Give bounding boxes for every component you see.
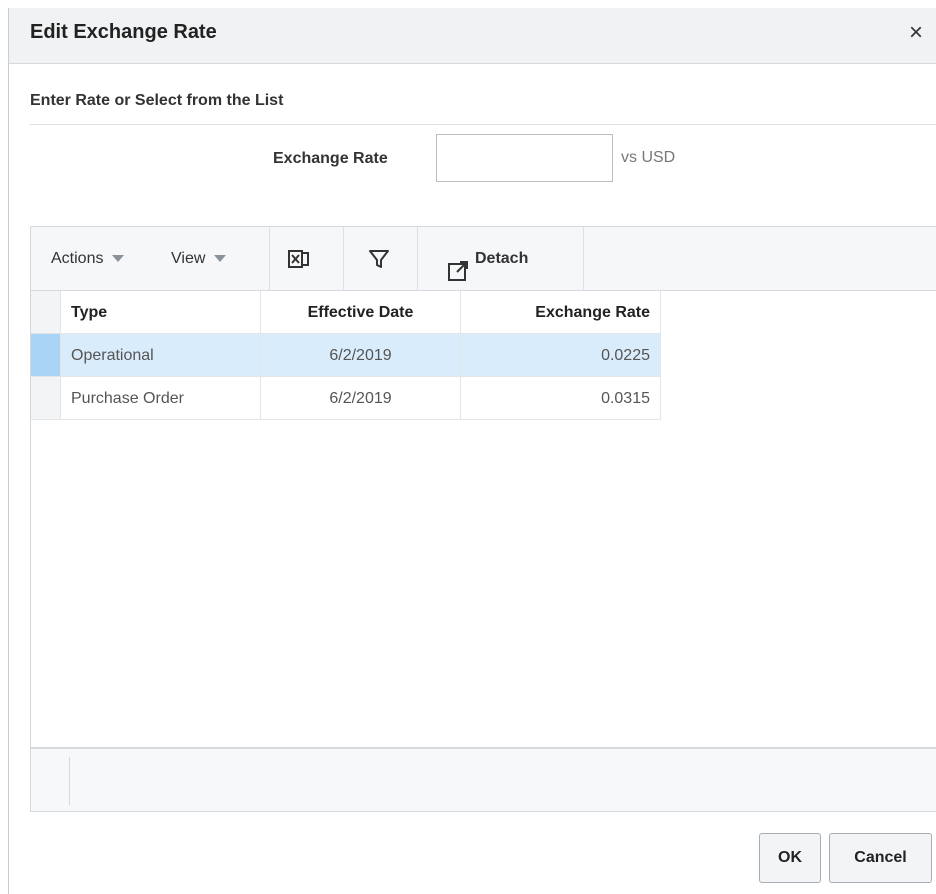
detach-label: Detach: [475, 250, 529, 267]
rate-unit-label: vs USD: [621, 149, 676, 166]
section-header: Enter Rate or Select from the List: [30, 92, 284, 109]
row-selector[interactable]: [31, 377, 61, 420]
header-row-selector: [31, 291, 61, 334]
actions-menu-label: Actions: [51, 250, 104, 267]
detach-button[interactable]: Detach: [447, 227, 528, 290]
detach-icon: [447, 246, 469, 281]
effective-date-cell: 6/2/2019: [261, 377, 461, 420]
toolbar-separator: [269, 227, 270, 290]
view-dropdown-arrow-icon: [214, 255, 227, 263]
effective-date-cell: 6/2/2019: [261, 334, 461, 377]
type-cell: Purchase Order: [61, 377, 261, 420]
section-divider: [30, 124, 936, 125]
edit-exchange-rate-dialog: Edit Exchange Rate × Enter Rate or Selec…: [8, 8, 936, 894]
ok-button[interactable]: OK: [759, 833, 821, 883]
exchange-rate-table-panel: Actions View Detach Type Effective Date …: [30, 226, 936, 812]
exchange-rate-input[interactable]: [436, 134, 613, 182]
toolbar-separator: [343, 227, 344, 290]
table-header-row: Type Effective Date Exchange Rate: [31, 291, 661, 334]
exchange-rate-label: Exchange Rate: [273, 150, 388, 167]
actions-menu[interactable]: Actions: [51, 227, 125, 290]
toolbar-separator: [583, 227, 584, 290]
dialog-title: Edit Exchange Rate: [30, 21, 217, 43]
column-header-effective-date[interactable]: Effective Date: [261, 291, 461, 334]
view-menu-label: View: [171, 250, 206, 267]
table-row[interactable]: Operational 6/2/2019 0.0225: [31, 334, 661, 377]
footer-separator: [69, 757, 70, 805]
exchange-rate-cell: 0.0315: [461, 377, 661, 420]
exchange-rate-grid: Type Effective Date Exchange Rate Operat…: [31, 291, 936, 747]
table-row[interactable]: Purchase Order 6/2/2019 0.0315: [31, 377, 661, 420]
table-footer: [31, 747, 936, 811]
close-icon[interactable]: ×: [903, 20, 929, 46]
export-to-excel-icon[interactable]: [285, 245, 313, 273]
type-cell: Operational: [61, 334, 261, 377]
column-header-type[interactable]: Type: [61, 291, 261, 334]
table-toolbar: Actions View Detach: [31, 227, 936, 291]
view-menu[interactable]: View: [171, 227, 227, 290]
exchange-rate-cell: 0.0225: [461, 334, 661, 377]
filter-icon[interactable]: [365, 245, 393, 273]
toolbar-separator: [417, 227, 418, 290]
actions-dropdown-arrow-icon: [112, 255, 125, 263]
cancel-button[interactable]: Cancel: [829, 833, 932, 883]
row-selector[interactable]: [31, 334, 61, 377]
dialog-header: Edit Exchange Rate ×: [9, 8, 936, 64]
column-header-exchange-rate[interactable]: Exchange Rate: [461, 291, 661, 334]
